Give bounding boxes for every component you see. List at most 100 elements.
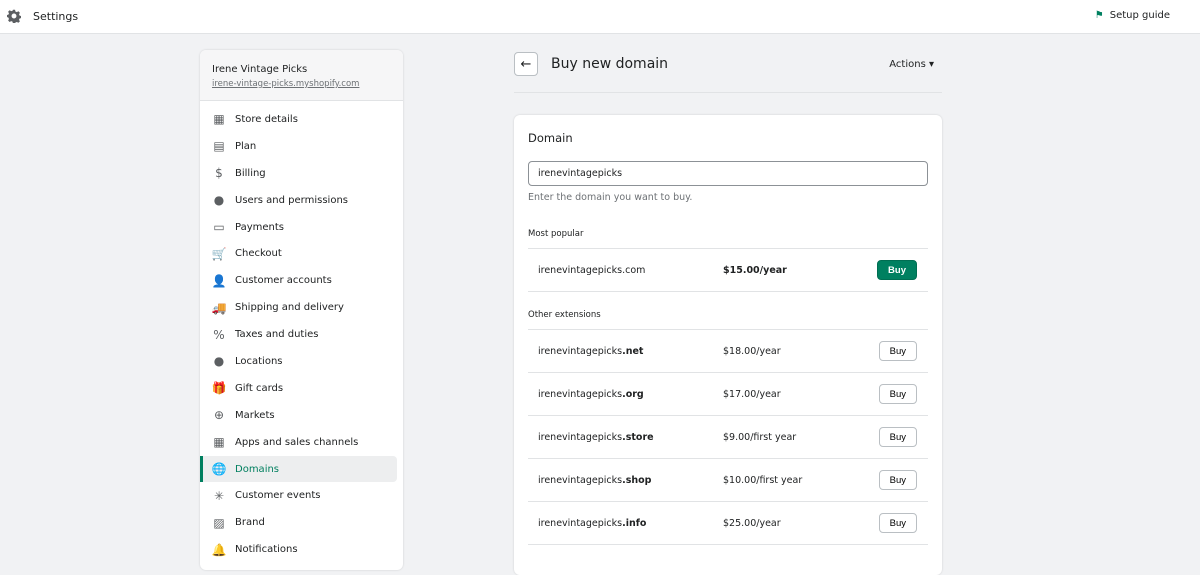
tax-icon: % — [213, 327, 225, 342]
domain-extension: .shop — [622, 474, 652, 486]
cursor-click-icon: ✳ — [213, 488, 225, 503]
sidebar-item-shipping-and-delivery[interactable]: 🚚 Shipping and delivery — [200, 294, 397, 321]
buy-button[interactable]: Buy — [878, 427, 917, 447]
sidebar-item-store-details[interactable]: ▦ Store details — [200, 106, 397, 133]
domain-help-text: Enter the domain you want to buy. — [528, 192, 693, 203]
sidebar-item-label: Customer accounts — [235, 275, 332, 287]
sidebar-item-users-and-permissions[interactable]: ● Users and permissions — [200, 187, 397, 214]
cart-icon: 🛒 — [211, 246, 227, 261]
domain-base: irenevintagepicks — [538, 517, 623, 529]
domain-price: $25.00/year — [723, 517, 781, 529]
buy-button[interactable]: Buy — [878, 384, 917, 404]
page-heading: Buy new domain — [551, 56, 669, 72]
domain-price: $15.00/year — [723, 264, 787, 276]
sidebar-item-label: Apps and sales channels — [235, 436, 359, 448]
sidebar-item-label: Domains — [235, 463, 280, 475]
top-bar: Settings ⚑ Setup guide — [0, 0, 1200, 34]
page-title: Settings — [33, 10, 79, 23]
domain-price: $17.00/year — [723, 388, 781, 400]
setup-guide-button[interactable]: ⚑ Setup guide — [1095, 10, 1170, 21]
apps-icon: ▦ — [213, 435, 225, 450]
domain-row: irenevintagepicks.shop $10.00/first year B… — [528, 459, 928, 502]
sidebar-item-gift-cards[interactable]: 🎁 Gift cards — [200, 375, 397, 402]
domain-name: irenevintagepicks.org — [538, 389, 723, 400]
domain-row: irenevintagepicks.info $25.00/year Buy — [528, 502, 928, 545]
sidebar-item-label: Locations — [235, 355, 283, 367]
buy-button[interactable]: Buy — [877, 260, 917, 280]
store-name: Irene Vintage Picks — [212, 64, 308, 75]
buy-button[interactable]: Buy — [878, 470, 917, 490]
sidebar-item-label: Checkout — [235, 248, 282, 260]
sidebar-item-label: Customer events — [235, 490, 321, 502]
sidebar-item-label: Markets — [235, 409, 275, 421]
domain-extension: .com — [622, 264, 646, 276]
sidebar-item-label: Notifications — [235, 544, 298, 556]
sidebar-item-locations[interactable]: ● Locations — [200, 348, 397, 375]
domain-name: irenevintagepicks.store — [538, 432, 723, 443]
domain-name: irenevintagepicks.shop — [538, 475, 723, 486]
settings-sidebar: Irene Vintage Picks irene-vintage-picks.… — [200, 50, 403, 570]
sidebar-item-label: Brand — [235, 517, 265, 529]
sidebar-item-label: Gift cards — [235, 382, 284, 394]
sidebar-item-taxes-and-duties[interactable]: % Taxes and duties — [200, 321, 397, 348]
globe-icon: 🌐 — [211, 462, 227, 477]
domain-extension: .store — [622, 431, 654, 443]
sidebar-item-label: Payments — [235, 221, 284, 233]
domain-extension: .info — [622, 517, 647, 529]
person-icon: 👤 — [211, 273, 227, 288]
domain-price: $10.00/first year — [723, 474, 803, 486]
sidebar-item-apps-and-sales-channels[interactable]: ▦ Apps and sales channels — [200, 429, 397, 456]
sidebar-item-label: Taxes and duties — [235, 329, 319, 341]
domain-row: irenevintagepicks.com $15.00/year Buy — [528, 249, 928, 292]
domain-name: irenevintagepicks.net — [538, 346, 723, 357]
domain-base: irenevintagepicks — [538, 345, 623, 357]
store-icon: ▦ — [213, 112, 225, 127]
flag-icon: ⚑ — [1094, 10, 1104, 21]
page-header: ← Buy new domain Actions ▾ — [514, 50, 942, 93]
domain-price: $9.00/first year — [723, 431, 797, 443]
store-info: Irene Vintage Picks irene-vintage-picks.… — [200, 50, 403, 101]
domain-input[interactable]: irenevintagepicks — [528, 161, 928, 186]
setup-guide-label: Setup guide — [1109, 10, 1170, 21]
domain-base: irenevintagepicks — [538, 388, 623, 400]
gear-icon — [7, 9, 21, 23]
most-popular-heading: Most popular — [528, 229, 928, 249]
sidebar-item-markets[interactable]: ⊕ Markets — [200, 402, 397, 429]
user-circle-icon: ● — [213, 193, 225, 208]
store-url-link[interactable]: irene-vintage-picks.myshopify.com — [212, 79, 391, 89]
sidebar-item-domains[interactable]: 🌐 Domains — [200, 455, 397, 483]
credit-card-icon: ▭ — [213, 220, 225, 234]
brand-icon: ▨ — [213, 515, 225, 530]
sidebar-item-label: Plan — [235, 140, 257, 152]
domain-row: irenevintagepicks.net $18.00/year Buy — [528, 330, 928, 373]
sidebar-item-checkout[interactable]: 🛒 Checkout — [200, 240, 397, 267]
sidebar-item-notifications[interactable]: 🔔 Notifications — [200, 536, 397, 563]
other-extensions-heading: Other extensions — [528, 310, 928, 330]
back-button[interactable]: ← — [514, 52, 538, 76]
settings-nav: ▦ Store details ▤ Plan $ Billing ● Users and pe… — [200, 101, 403, 563]
sidebar-item-label: Users and permissions — [235, 194, 348, 206]
domain-price: $18.00/year — [723, 345, 781, 357]
domain-base: irenevintagepicks — [538, 431, 623, 443]
actions-dropdown[interactable]: Actions ▾ — [889, 59, 934, 70]
domain-name: irenevintagepicks.com — [538, 265, 723, 276]
sidebar-item-label: Billing — [235, 167, 266, 179]
sidebar-item-customer-events[interactable]: ✳ Customer events — [200, 482, 397, 509]
domain-row: irenevintagepicks.store $9.00/first year B… — [528, 416, 928, 459]
sidebar-item-billing[interactable]: $ Billing — [200, 160, 397, 187]
main-content: ← Buy new domain Actions ▾ Domain irenev… — [514, 50, 942, 575]
domain-card: Domain irenevintagepicks Enter the domai… — [514, 115, 942, 575]
domain-base: irenevintagepicks — [538, 474, 623, 486]
sidebar-item-label: Shipping and delivery — [235, 302, 344, 314]
gift-icon: 🎁 — [211, 381, 227, 396]
arrow-left-icon: ← — [520, 56, 532, 72]
domain-name: irenevintagepicks.info — [538, 518, 723, 529]
sidebar-item-customer-accounts[interactable]: 👤 Customer accounts — [200, 267, 397, 294]
buy-button[interactable]: Buy — [878, 341, 917, 361]
sidebar-item-brand[interactable]: ▨ Brand — [200, 509, 397, 536]
location-pin-icon: ● — [213, 354, 225, 369]
buy-button[interactable]: Buy — [878, 513, 917, 533]
domain-base: irenevintagepicks — [538, 264, 623, 276]
sidebar-item-plan[interactable]: ▤ Plan — [200, 133, 397, 160]
sidebar-item-payments[interactable]: ▭ Payments — [200, 214, 397, 241]
